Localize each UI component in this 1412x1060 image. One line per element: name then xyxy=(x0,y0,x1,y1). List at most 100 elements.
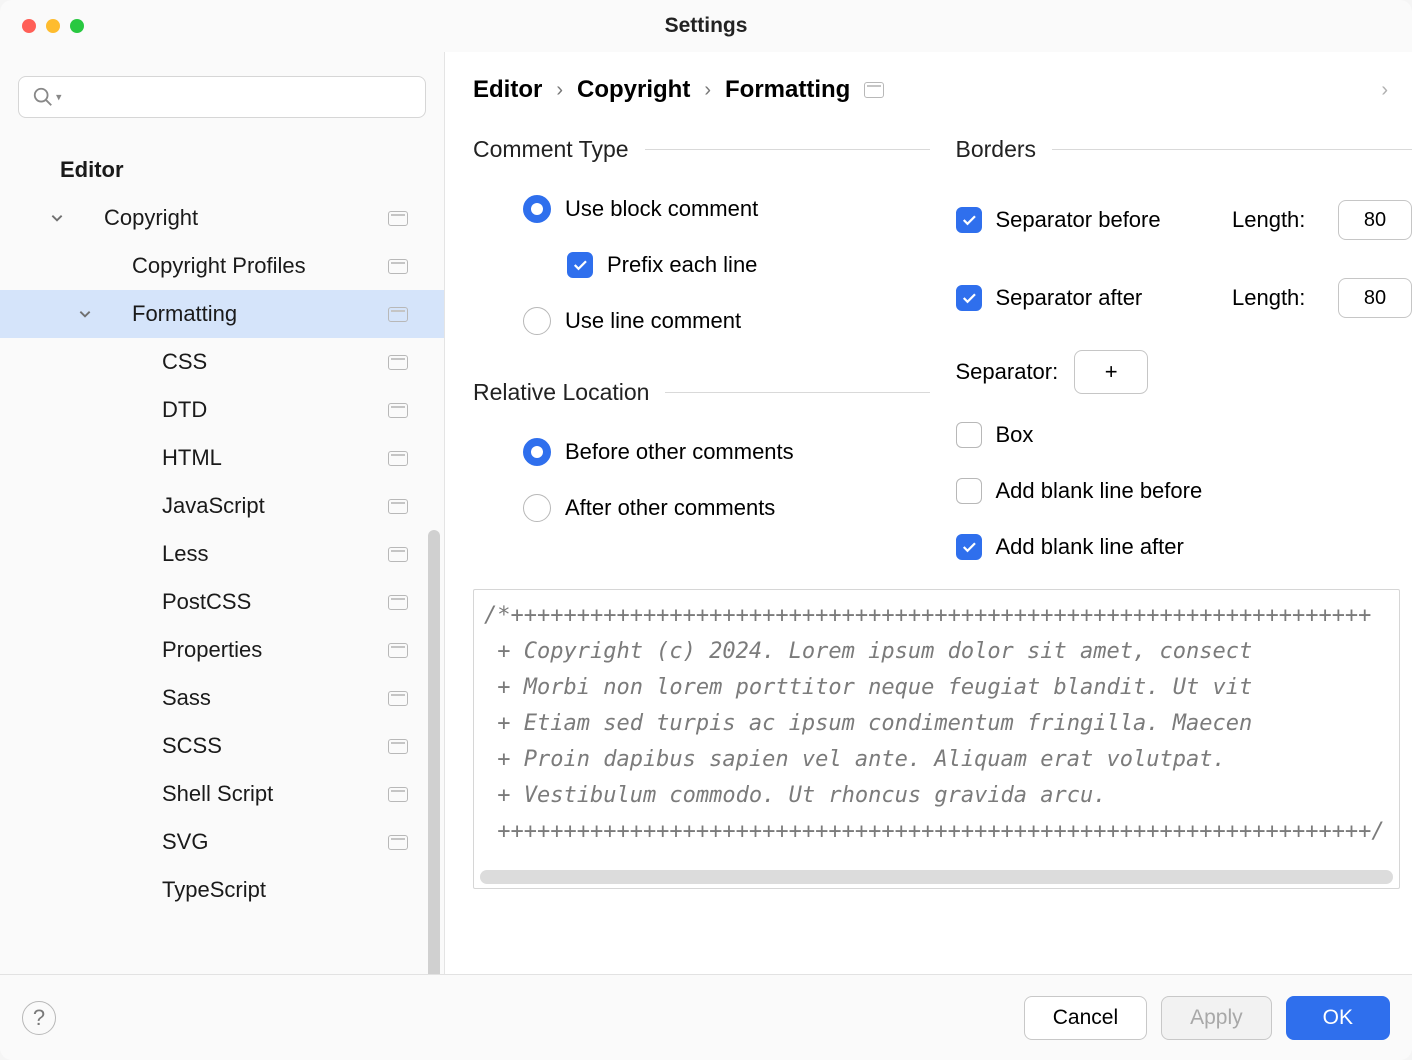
scope-icon xyxy=(388,355,408,370)
breadcrumb-editor[interactable]: Editor xyxy=(473,76,542,104)
tree-item-label: CSS xyxy=(162,349,380,375)
scope-icon xyxy=(388,739,408,754)
separator-after-toggle[interactable]: Separator after xyxy=(956,285,1217,311)
sep-before-label: Separator before xyxy=(996,207,1161,233)
dialog-footer: ? Cancel Apply OK xyxy=(0,974,1412,1060)
tree-item-shell-script[interactable]: Shell Script xyxy=(0,770,444,818)
tree-item-dtd[interactable]: DTD xyxy=(0,386,444,434)
tree-item-svg[interactable]: SVG xyxy=(0,818,444,866)
checkbox-prefix-each[interactable] xyxy=(567,252,593,278)
checkbox-blank-before[interactable] xyxy=(956,478,982,504)
tree-item-javascript[interactable]: JavaScript xyxy=(0,482,444,530)
tree-item-copyright[interactable]: Copyright xyxy=(0,194,444,242)
tree-item-label: DTD xyxy=(162,397,380,423)
tree-item-label: JavaScript xyxy=(162,493,380,519)
scope-icon xyxy=(388,307,408,322)
scope-icon xyxy=(388,211,408,226)
window-title: Settings xyxy=(0,14,1412,38)
search-icon xyxy=(32,86,54,108)
scope-icon xyxy=(388,499,408,514)
chevron-down-icon[interactable] xyxy=(78,307,92,321)
box-row[interactable]: Box xyxy=(956,407,1412,463)
tree-item-typescript[interactable]: TypeScript xyxy=(0,866,444,914)
search-field[interactable]: ▾ xyxy=(18,76,426,118)
blank-before-row[interactable]: Add blank line before xyxy=(956,463,1412,519)
sep-before-length-input[interactable] xyxy=(1338,200,1412,240)
tree-item-label: Properties xyxy=(162,637,380,663)
tree-item-label: Editor xyxy=(60,157,428,183)
radio-before[interactable] xyxy=(523,438,551,466)
checkbox-blank-after[interactable] xyxy=(956,534,982,560)
radio-after[interactable] xyxy=(523,494,551,522)
expand-icon[interactable]: › xyxy=(1381,79,1388,102)
separator-char-row: Separator: xyxy=(956,337,1412,407)
before-label: Before other comments xyxy=(565,439,794,465)
tree-item-label: SCSS xyxy=(162,733,380,759)
scope-icon xyxy=(388,691,408,706)
tree-item-postcss[interactable]: PostCSS xyxy=(0,578,444,626)
search-options-icon[interactable]: ▾ xyxy=(56,91,62,104)
settings-content: Comment Type Use block comment Prefix ea… xyxy=(445,114,1412,974)
tree-item-label: Formatting xyxy=(132,301,380,327)
main-panel: Editor › Copyright › Formatting › Commen… xyxy=(445,52,1412,974)
use-line-comment-row[interactable]: Use line comment xyxy=(473,293,930,349)
tree-item-sass[interactable]: Sass xyxy=(0,674,444,722)
cancel-button[interactable]: Cancel xyxy=(1024,996,1147,1040)
chevron-down-icon[interactable] xyxy=(50,211,64,225)
breadcrumb: Editor › Copyright › Formatting › xyxy=(445,52,1412,114)
tree-item-label: Less xyxy=(162,541,380,567)
checkbox-box[interactable] xyxy=(956,422,982,448)
separator-char-input[interactable] xyxy=(1074,350,1148,394)
box-label: Box xyxy=(996,422,1034,448)
tree-item-formatting[interactable]: Formatting xyxy=(0,290,444,338)
tree-item-html[interactable]: HTML xyxy=(0,434,444,482)
breadcrumb-copyright[interactable]: Copyright xyxy=(577,76,690,104)
radio-use-line[interactable] xyxy=(523,307,551,335)
checkbox-sep-before[interactable] xyxy=(956,207,982,233)
sep-after-label: Separator after xyxy=(996,285,1143,311)
tree-item-label: Sass xyxy=(162,685,380,711)
tree-item-css[interactable]: CSS xyxy=(0,338,444,386)
apply-button[interactable]: Apply xyxy=(1161,996,1272,1040)
tree-item-less[interactable]: Less xyxy=(0,530,444,578)
tree-item-properties[interactable]: Properties xyxy=(0,626,444,674)
body: ▾ Editor Copyright Copyright Profiles Forma… xyxy=(0,52,1412,974)
blank-after-row[interactable]: Add blank line after xyxy=(956,519,1412,575)
settings-tree[interactable]: Editor Copyright Copyright Profiles Formatt… xyxy=(0,130,444,974)
tree-item-label: Copyright Profiles xyxy=(132,253,380,279)
scope-icon xyxy=(388,835,408,850)
tree-item-label: HTML xyxy=(162,445,380,471)
use-block-label: Use block comment xyxy=(565,196,758,222)
settings-window: Settings ▾ Editor Copyright Copyright Prof… xyxy=(0,0,1412,1060)
search-input[interactable] xyxy=(18,76,426,118)
tree-item-scss[interactable]: SCSS xyxy=(0,722,444,770)
radio-use-block[interactable] xyxy=(523,195,551,223)
ok-button[interactable]: OK xyxy=(1286,996,1390,1040)
checkbox-sep-after[interactable] xyxy=(956,285,982,311)
before-comments-row[interactable]: Before other comments xyxy=(473,424,930,480)
divider xyxy=(645,149,930,150)
tree-item-label: PostCSS xyxy=(162,589,380,615)
scope-icon xyxy=(388,259,408,274)
blank-before-label: Add blank line before xyxy=(996,478,1203,504)
divider xyxy=(665,392,929,393)
breadcrumb-formatting[interactable]: Formatting xyxy=(725,76,850,104)
separator-before-toggle[interactable]: Separator before xyxy=(956,207,1217,233)
help-button[interactable]: ? xyxy=(22,1001,56,1035)
preview-pane: /*++++++++++++++++++++++++++++++++++++++… xyxy=(473,589,1400,889)
preview-scrollbar[interactable] xyxy=(480,870,1393,884)
group-borders: Borders xyxy=(956,136,1037,163)
tree-item-copyright-profiles[interactable]: Copyright Profiles xyxy=(0,242,444,290)
scope-icon xyxy=(388,547,408,562)
scope-icon xyxy=(388,787,408,802)
preview-text: /*++++++++++++++++++++++++++++++++++++++… xyxy=(484,603,1385,844)
blank-after-label: Add blank line after xyxy=(996,534,1184,560)
prefix-each-line-row[interactable]: Prefix each line xyxy=(473,237,930,293)
after-comments-row[interactable]: After other comments xyxy=(473,480,930,536)
tree-item-editor[interactable]: Editor xyxy=(0,146,444,194)
separator-char-label: Separator: xyxy=(956,359,1059,385)
scope-icon xyxy=(388,451,408,466)
use-block-comment-row[interactable]: Use block comment xyxy=(473,181,930,237)
sep-after-length-input[interactable] xyxy=(1338,278,1412,318)
scope-icon xyxy=(388,643,408,658)
